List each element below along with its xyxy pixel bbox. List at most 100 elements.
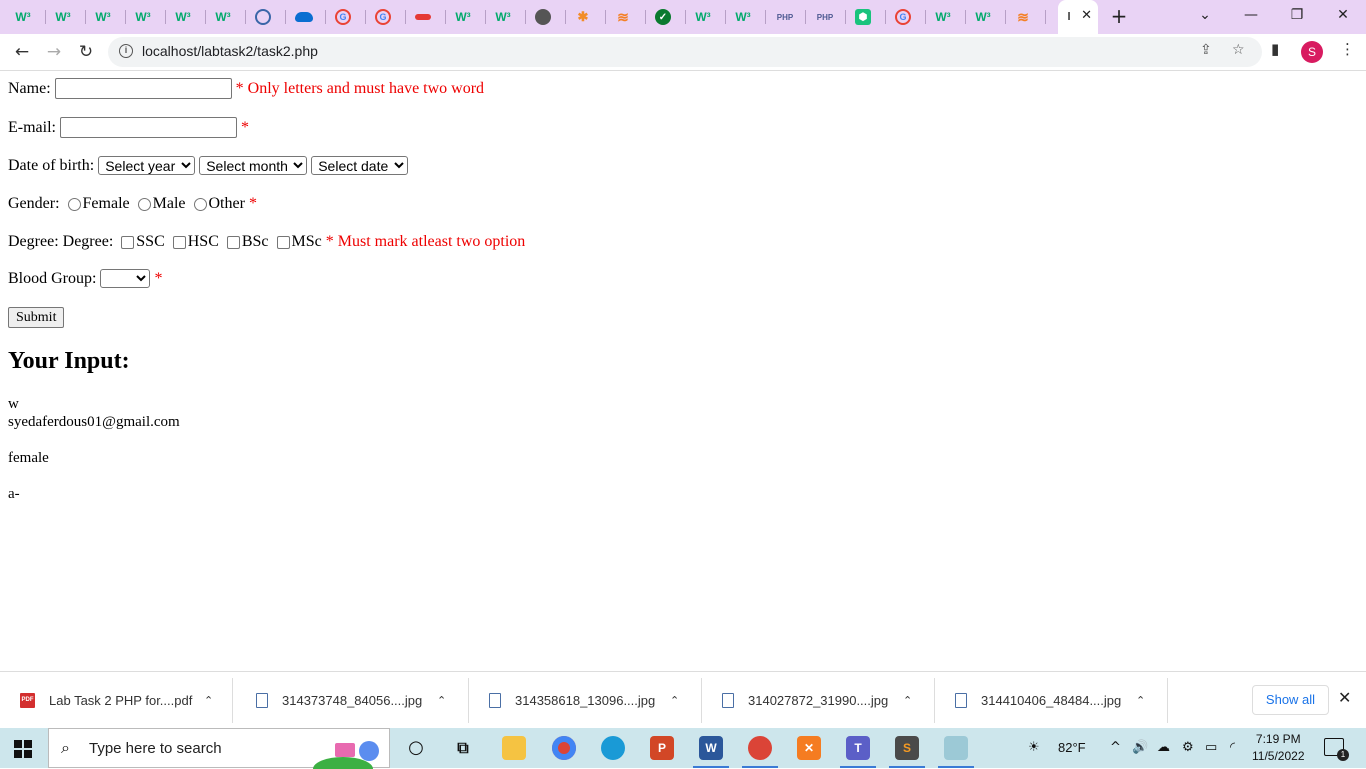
tab-13[interactable]: W³ (486, 4, 526, 30)
tab-4[interactable]: W³ (126, 4, 166, 30)
tab-24[interactable]: W³ (926, 4, 966, 30)
gender-other-radio[interactable] (193, 197, 207, 211)
tab-5[interactable]: W³ (166, 4, 206, 30)
powerpoint-icon[interactable]: P (650, 736, 674, 760)
chrome-icon[interactable] (552, 736, 576, 760)
edge-icon[interactable] (601, 736, 625, 760)
degree-bsc-checkbox[interactable] (226, 235, 240, 249)
chevron-up-icon[interactable]: ⌃ (670, 694, 679, 707)
w3schools-icon: W³ (175, 10, 191, 24)
show-all-button[interactable]: Show all (1252, 685, 1329, 715)
close-window-icon[interactable]: ✕ (1320, 0, 1366, 32)
tab-18[interactable]: W³ (686, 4, 726, 30)
sublime-text-icon[interactable]: S (889, 736, 925, 768)
name-input[interactable] (54, 78, 232, 99)
file-explorer-icon[interactable] (502, 736, 526, 760)
weather-icon[interactable]: ☀ (1028, 740, 1040, 755)
close-download-bar-icon[interactable]: ✕ (1338, 688, 1351, 707)
tab-21[interactable]: PHP (806, 4, 846, 30)
forward-icon[interactable]: → (42, 40, 66, 64)
device-icon[interactable]: ⚙ (1182, 740, 1194, 755)
tab-search-icon[interactable]: ⌄ (1182, 0, 1228, 32)
chevron-up-icon[interactable]: ⌃ (903, 694, 912, 707)
teams-icon[interactable]: T (840, 736, 876, 768)
sidebar-icon[interactable]: ▮ (1271, 40, 1279, 58)
tab-16[interactable]: ≋ (606, 4, 646, 30)
tab-20[interactable]: PHP (766, 4, 806, 30)
degree-ssc-checkbox[interactable] (121, 235, 135, 249)
site-info-icon[interactable]: i (119, 44, 133, 58)
bookmark-star-icon[interactable]: ☆ (1232, 42, 1245, 58)
download-item[interactable]: 314358618_13096....jpg ⌃ (469, 678, 702, 723)
download-filename: Lab Task 2 PHP for....pdf (49, 693, 193, 708)
chevron-up-icon[interactable]: ⌃ (437, 694, 446, 707)
notification-icon[interactable]: 1 (1324, 738, 1349, 761)
clock[interactable]: 7:19 PM 11/5/2022 (1252, 731, 1305, 765)
share-icon[interactable]: ⇪ (1200, 42, 1212, 58)
battery-icon[interactable]: ▭ (1205, 740, 1217, 755)
google-icon: G (895, 9, 911, 25)
profile-avatar[interactable]: S (1301, 41, 1323, 63)
tab-15[interactable]: ✱ (566, 4, 606, 30)
tab-3[interactable]: W³ (86, 4, 126, 30)
tab-26[interactable]: ≋ (1006, 4, 1046, 30)
degree-hsc-checkbox[interactable] (172, 235, 186, 249)
volume-icon[interactable]: 🔊 (1132, 740, 1148, 755)
blood-group-select[interactable] (100, 269, 151, 288)
tab-9[interactable]: G (326, 4, 366, 30)
tab-14[interactable] (526, 4, 566, 30)
year-select[interactable]: Select year (98, 156, 196, 175)
wifi-icon[interactable]: ◜ (1230, 740, 1235, 755)
task-view-icon[interactable]: ⧉ (451, 736, 475, 760)
chrome-profile-icon[interactable] (742, 736, 778, 768)
tab-2[interactable]: W³ (46, 4, 86, 30)
tab-22[interactable]: ⬢ (846, 4, 886, 30)
tab-8[interactable] (286, 4, 326, 30)
submit-button[interactable]: Submit (8, 307, 65, 328)
tab-7[interactable] (246, 4, 286, 30)
chevron-up-icon[interactable]: ⌃ (204, 694, 213, 707)
degree-error: * Must mark atleast two option (325, 233, 526, 250)
reload-icon[interactable]: ↻ (74, 40, 98, 64)
chevron-up-icon[interactable]: ⌃ (1136, 694, 1145, 707)
download-item[interactable]: 314410406_48484....jpg ⌃ (935, 678, 1168, 723)
cortana-icon[interactable]: ○ (404, 736, 428, 760)
download-item[interactable]: PDF Lab Task 2 PHP for....pdf ⌃ (0, 678, 233, 723)
download-item[interactable]: 314373748_84056....jpg ⌃ (236, 678, 469, 723)
tab-active[interactable]: l ✕ (1058, 0, 1098, 34)
download-item[interactable]: 314027872_31990....jpg ⌃ (702, 678, 935, 723)
email-input[interactable] (59, 117, 237, 138)
notepad-icon[interactable] (938, 736, 974, 768)
tab-19[interactable]: W³ (726, 4, 766, 30)
back-icon[interactable]: ← (10, 40, 34, 64)
weather-temperature[interactable]: 82°F (1058, 740, 1086, 755)
download-filename: 314410406_48484....jpg (981, 693, 1122, 708)
month-select[interactable]: Select month (199, 156, 308, 175)
menu-icon[interactable]: ⋮ (1340, 40, 1355, 58)
address-bar[interactable]: i localhost/labtask2/task2.php ⇪ ☆ (108, 37, 1262, 67)
degree-msc-checkbox[interactable] (276, 235, 290, 249)
minimize-icon[interactable]: — (1228, 0, 1274, 32)
tab-1[interactable]: W³ (6, 4, 46, 30)
taskbar-search[interactable]: ⌕ Type here to search (48, 728, 390, 769)
chevron-up-icon[interactable]: ^ (1110, 740, 1121, 755)
gender-female-radio[interactable] (67, 197, 81, 211)
new-tab-button[interactable]: + (1108, 4, 1130, 28)
tab-11[interactable] (406, 4, 446, 30)
download-filename: 314358618_13096....jpg (515, 693, 656, 708)
tab-23[interactable]: G (886, 4, 926, 30)
onedrive-tray-icon[interactable]: ☁ (1157, 740, 1170, 755)
tab-25[interactable]: W³ (966, 4, 1006, 30)
tab-17[interactable]: ✓ (646, 4, 686, 30)
tab-6[interactable]: W³ (206, 4, 246, 30)
close-tab-icon[interactable]: ✕ (1081, 8, 1092, 23)
tab-12[interactable]: W³ (446, 4, 486, 30)
date-select[interactable]: Select date (311, 156, 409, 175)
gender-male-radio[interactable] (137, 197, 151, 211)
windows-start-icon[interactable] (14, 740, 32, 758)
tab-10[interactable]: G (366, 4, 406, 30)
xampp-icon[interactable]: ✕ (797, 736, 821, 760)
restore-icon[interactable]: ❐ (1274, 0, 1320, 32)
word-icon[interactable]: W (693, 736, 729, 768)
image-file-icon (722, 693, 734, 708)
